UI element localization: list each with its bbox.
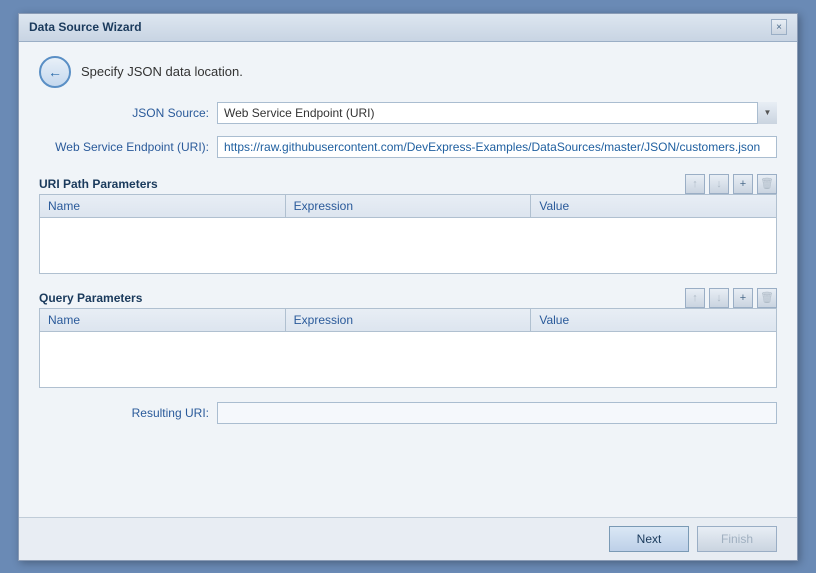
resulting-uri-row: Resulting URI: [39, 402, 777, 424]
up-icon: ↑ [692, 292, 698, 304]
uri-params-actions: ↑ ↓ + 🗑 [685, 174, 777, 194]
uri-params-title: URI Path Parameters [39, 177, 158, 191]
query-params-table-header: Name Expression Value [40, 309, 776, 332]
close-button[interactable]: × [771, 19, 787, 35]
query-params-delete-button[interactable]: 🗑 [757, 288, 777, 308]
endpoint-label: Web Service Endpoint (URI): [39, 140, 209, 154]
endpoint-row: Web Service Endpoint (URI): [39, 136, 777, 158]
query-params-add-button[interactable]: + [733, 288, 753, 308]
json-source-select[interactable]: Web Service Endpoint (URI) File Custom [217, 102, 777, 124]
query-params-actions: ↑ ↓ + 🗑 [685, 288, 777, 308]
query-params-header: Query Parameters ↑ ↓ + 🗑 [39, 288, 777, 308]
uri-params-table-header: Name Expression Value [40, 195, 776, 218]
query-params-table: Name Expression Value [39, 308, 777, 388]
resulting-uri-label: Resulting URI: [39, 406, 209, 420]
uri-params-table-body [40, 218, 776, 273]
dialog-title: Data Source Wizard [29, 20, 142, 34]
uri-col-name: Name [40, 195, 286, 217]
instruction-text: Specify JSON data location. [81, 64, 243, 79]
uri-params-down-button[interactable]: ↓ [709, 174, 729, 194]
endpoint-input[interactable] [217, 136, 777, 158]
query-params-down-button[interactable]: ↓ [709, 288, 729, 308]
query-col-name: Name [40, 309, 286, 331]
query-col-value: Value [531, 309, 776, 331]
query-col-expression: Expression [286, 309, 532, 331]
button-bar: Next Finish [19, 517, 797, 560]
back-button[interactable]: ← [39, 56, 71, 88]
uri-col-value: Value [531, 195, 776, 217]
add-icon: + [740, 178, 746, 190]
down-icon: ↓ [716, 292, 722, 304]
query-params-section: Query Parameters ↑ ↓ + 🗑 [39, 284, 777, 388]
uri-params-add-button[interactable]: + [733, 174, 753, 194]
delete-icon: 🗑 [760, 291, 774, 304]
finish-button[interactable]: Finish [697, 526, 777, 552]
json-source-label: JSON Source: [39, 106, 209, 120]
header-row: ← Specify JSON data location. [39, 56, 777, 88]
json-source-row: JSON Source: Web Service Endpoint (URI) … [39, 102, 777, 124]
json-source-select-wrapper: Web Service Endpoint (URI) File Custom ▼ [217, 102, 777, 124]
uri-params-table: Name Expression Value [39, 194, 777, 274]
up-icon: ↑ [692, 178, 698, 190]
uri-params-header: URI Path Parameters ↑ ↓ + 🗑 [39, 174, 777, 194]
uri-col-expression: Expression [286, 195, 532, 217]
uri-params-delete-button[interactable]: 🗑 [757, 174, 777, 194]
back-icon: ← [48, 64, 62, 80]
add-icon: + [740, 292, 746, 304]
dialog: Data Source Wizard × ← Specify JSON data… [18, 13, 798, 561]
title-bar: Data Source Wizard × [19, 14, 797, 42]
query-params-up-button[interactable]: ↑ [685, 288, 705, 308]
uri-params-section: URI Path Parameters ↑ ↓ + 🗑 [39, 170, 777, 274]
content-area: ← Specify JSON data location. JSON Sourc… [19, 42, 797, 517]
resulting-uri-input[interactable] [217, 402, 777, 424]
next-button[interactable]: Next [609, 526, 689, 552]
query-params-title: Query Parameters [39, 291, 142, 305]
query-params-table-body [40, 332, 776, 387]
delete-icon: 🗑 [760, 177, 774, 190]
down-icon: ↓ [716, 178, 722, 190]
uri-params-up-button[interactable]: ↑ [685, 174, 705, 194]
